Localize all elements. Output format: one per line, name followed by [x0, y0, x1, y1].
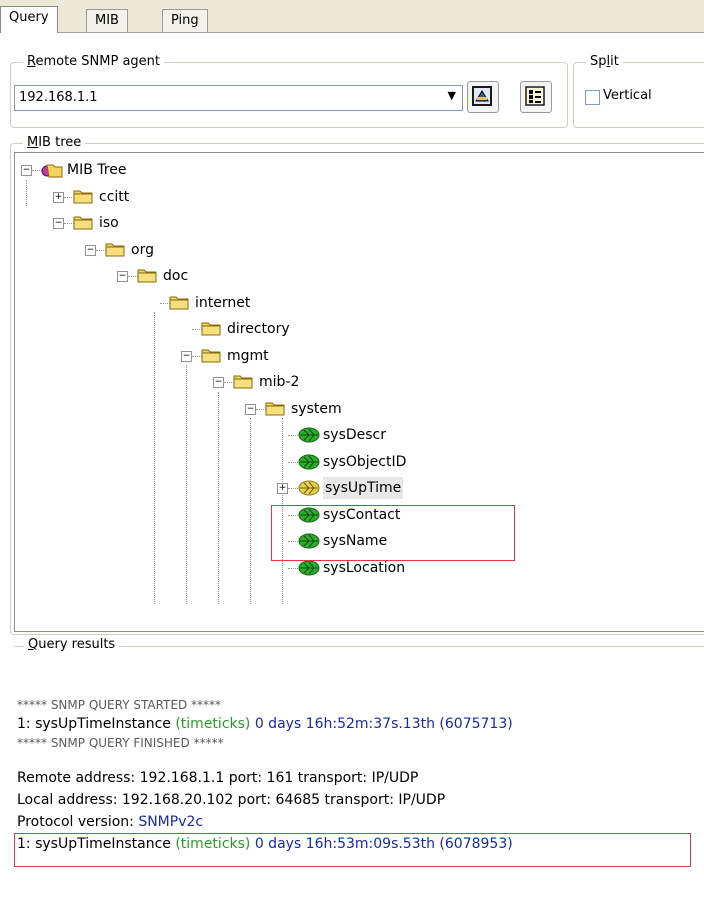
- tree-node-label: sysUpTime: [323, 477, 404, 499]
- expand-icon[interactable]: +: [277, 483, 288, 494]
- folder-icon: [73, 214, 93, 237]
- tab-mib[interactable]: MIB: [86, 9, 128, 32]
- query-results-legend: Query results: [24, 637, 120, 652]
- result-line-1: 1: sysUpTimeInstance (timeticks) 0 days …: [17, 716, 513, 732]
- tree-node-directory[interactable]: directory: [15, 318, 695, 340]
- tree-node-system[interactable]: − system: [15, 398, 695, 420]
- collapse-icon[interactable]: −: [213, 377, 224, 388]
- folder-icon: [105, 241, 125, 264]
- collapse-icon[interactable]: −: [21, 165, 32, 176]
- expand-icon[interactable]: +: [53, 191, 64, 203]
- leaf-selected-icon: [297, 479, 321, 504]
- agent-address-combo[interactable]: 192.168.1.1 ▼: [14, 85, 463, 111]
- tab-query[interactable]: Query: [0, 6, 58, 33]
- tree-node-label: system: [291, 400, 342, 417]
- highlight-box-sysuptime: [271, 505, 515, 561]
- mib-tree-legend: MIB tree: [23, 135, 86, 150]
- folder-icon: [201, 320, 221, 343]
- result-1-oid: 1: sysUpTimeInstance: [17, 716, 176, 732]
- folder-icon: [201, 347, 221, 370]
- tree-node-label: sysObjectID: [323, 453, 407, 470]
- agent-address-value: 192.168.1.1: [19, 90, 98, 105]
- tree-node-label: ccitt: [99, 188, 130, 205]
- collapse-icon[interactable]: −: [245, 403, 256, 415]
- tab-ping[interactable]: Ping: [162, 9, 208, 32]
- folder-icon: [73, 188, 93, 211]
- tree-node-sysobjectid[interactable]: sysObjectID: [15, 451, 695, 473]
- result-1-type: (timeticks): [175, 716, 251, 732]
- protocol-version-label: Protocol version:: [17, 814, 139, 830]
- folder-icon: [265, 400, 285, 423]
- tree-node-mib-tree[interactable]: − MIB Tree: [15, 159, 695, 181]
- folder-icon: [137, 267, 157, 290]
- tree-node-label: org: [131, 241, 154, 258]
- query-finished-line: ***** SNMP QUERY FINISHED *****: [17, 736, 224, 750]
- tree-node-doc[interactable]: − doc: [15, 265, 695, 287]
- tab-bar: Query MIB Ping: [0, 0, 704, 33]
- dropdown-arrow-icon[interactable]: ▼: [448, 89, 456, 102]
- tree-node-sysuptime[interactable]: + sysUpTime: [15, 477, 695, 499]
- leaf-icon: [297, 453, 321, 478]
- tree-node-label: iso: [99, 215, 119, 231]
- collapse-icon[interactable]: −: [85, 244, 96, 256]
- tree-node-label: mgmt: [227, 347, 269, 364]
- tree-node-ccitt[interactable]: + ccitt: [15, 186, 695, 208]
- collapse-icon[interactable]: −: [181, 350, 192, 362]
- vertical-checkbox-label: Vertical: [603, 88, 652, 103]
- tree-node-label: doc: [163, 268, 189, 284]
- tree-node-label: directory: [227, 321, 290, 337]
- advanced-settings-icon: [525, 86, 545, 106]
- agent-properties-icon: [472, 86, 492, 106]
- tree-node-org[interactable]: − org: [15, 239, 695, 261]
- remote-address-line: Remote address: 192.168.1.1 port: 161 tr…: [17, 770, 419, 786]
- tree-node-label: MIB Tree: [67, 162, 127, 178]
- tree-node-label: mib-2: [259, 374, 300, 390]
- local-address-line: Local address: 192.168.20.102 port: 6468…: [17, 792, 446, 808]
- tree-node-label: internet: [195, 294, 251, 311]
- tree-node-iso[interactable]: − iso: [15, 212, 695, 234]
- query-started-line: ***** SNMP QUERY STARTED *****: [17, 698, 221, 712]
- advanced-settings-button[interactable]: [520, 81, 552, 113]
- protocol-version-value: SNMPv2c: [138, 814, 204, 830]
- remote-agent-legend: Remote SNMP agent: [23, 54, 165, 69]
- leaf-icon: [297, 426, 321, 451]
- split-legend: Split: [586, 54, 623, 69]
- tree-node-mib-2[interactable]: − mib-2: [15, 371, 695, 393]
- mib-tree-icon: [41, 161, 63, 186]
- agent-properties-button[interactable]: [467, 81, 499, 113]
- leaf-icon: [297, 559, 321, 584]
- collapse-icon[interactable]: −: [53, 218, 64, 229]
- folder-icon: [169, 294, 189, 317]
- tree-node-sysdescr[interactable]: sysDescr: [15, 424, 695, 446]
- tree-node-label: sysDescr: [323, 427, 387, 443]
- folder-icon: [233, 373, 253, 396]
- highlight-box-result-2: [14, 833, 691, 867]
- vertical-checkbox[interactable]: [585, 90, 600, 105]
- result-1-value: 0 days 16h:52m:37s.13th (6075713): [250, 716, 513, 732]
- protocol-version-line: Protocol version: SNMPv2c: [17, 814, 203, 830]
- collapse-icon[interactable]: −: [117, 271, 128, 282]
- tree-node-mgmt[interactable]: − mgmt: [15, 345, 695, 367]
- tree-node-internet[interactable]: internet: [15, 292, 695, 314]
